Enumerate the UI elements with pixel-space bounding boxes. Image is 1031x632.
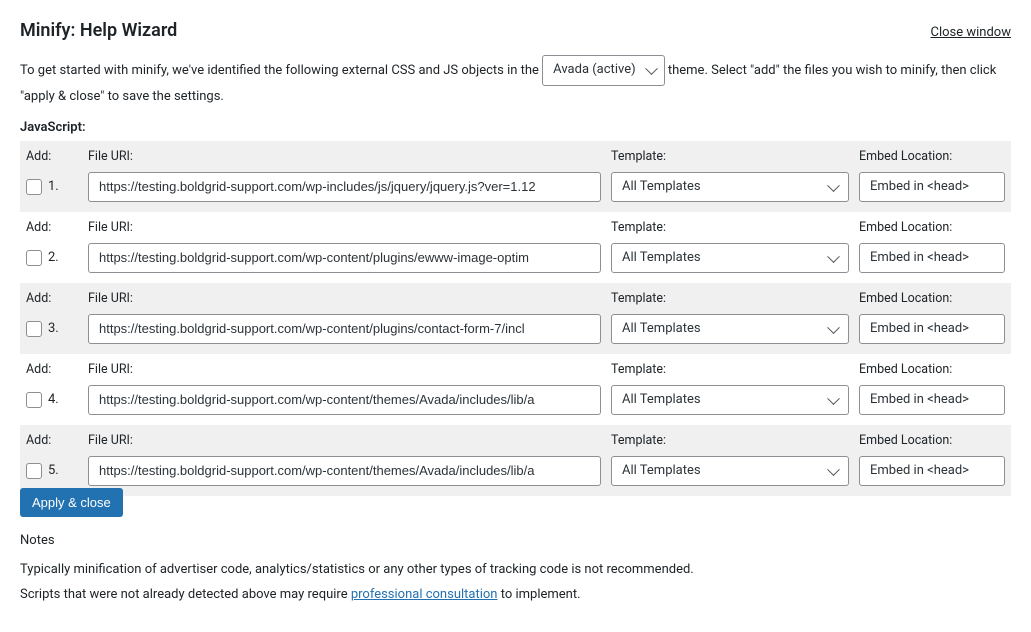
add-checkbox[interactable] — [26, 321, 42, 337]
table-row: Add: 3. File URI: Template: All Template… — [20, 283, 1011, 354]
label-add: Add: — [26, 433, 78, 448]
label-add: Add: — [26, 362, 78, 377]
template-select[interactable]: All Templates — [611, 385, 849, 415]
table-row: Add: 4. File URI: Template: All Template… — [20, 354, 1011, 425]
label-embed: Embed Location: — [859, 149, 1005, 164]
label-add: Add: — [26, 149, 78, 164]
add-checkbox[interactable] — [26, 392, 42, 408]
theme-select[interactable]: Avada (active) — [542, 55, 664, 86]
embed-select[interactable]: Embed in <head> — [859, 456, 1005, 486]
label-embed: Embed Location: — [859, 433, 1005, 448]
row-number: 1. — [48, 179, 59, 194]
note-text: Typically minification of advertiser cod… — [20, 562, 1011, 577]
add-checkbox[interactable] — [26, 179, 42, 195]
row-number: 4. — [48, 392, 59, 407]
file-uri-input[interactable] — [88, 456, 601, 486]
label-file-uri: File URI: — [88, 220, 601, 235]
template-select[interactable]: All Templates — [611, 314, 849, 344]
label-embed: Embed Location: — [859, 291, 1005, 306]
label-template: Template: — [611, 362, 849, 377]
label-add: Add: — [26, 220, 78, 235]
file-uri-input[interactable] — [88, 314, 601, 344]
file-uri-input[interactable] — [88, 172, 601, 202]
embed-select[interactable]: Embed in <head> — [859, 385, 1005, 415]
note-text: Scripts that were not already detected a… — [20, 587, 1011, 602]
file-uri-input[interactable] — [88, 243, 601, 273]
label-file-uri: File URI: — [88, 291, 601, 306]
file-uri-input[interactable] — [88, 385, 601, 415]
section-label-javascript: JavaScript: — [20, 120, 1011, 135]
label-file-uri: File URI: — [88, 433, 601, 448]
label-template: Template: — [611, 433, 849, 448]
table-row: Add: 5. File URI: Template: All Template… — [20, 425, 1011, 496]
table-row: Add: 1. File URI: Template: All Template… — [20, 141, 1011, 212]
label-embed: Embed Location: — [859, 362, 1005, 377]
intro-text: To get started with minify, we've identi… — [20, 55, 1011, 108]
add-checkbox[interactable] — [26, 463, 42, 479]
label-embed: Embed Location: — [859, 220, 1005, 235]
note-text-part: Scripts that were not already detected a… — [20, 587, 351, 602]
file-rows: Add: 1. File URI: Template: All Template… — [20, 141, 1011, 496]
template-select[interactable]: All Templates — [611, 456, 849, 486]
row-number: 3. — [48, 321, 59, 336]
label-add: Add: — [26, 291, 78, 306]
label-template: Template: — [611, 149, 849, 164]
apply-close-button[interactable]: Apply & close — [20, 488, 123, 517]
label-file-uri: File URI: — [88, 362, 601, 377]
embed-select[interactable]: Embed in <head> — [859, 243, 1005, 273]
row-number: 2. — [48, 250, 59, 265]
template-select[interactable]: All Templates — [611, 172, 849, 202]
table-row: Add: 2. File URI: Template: All Template… — [20, 212, 1011, 283]
label-template: Template: — [611, 220, 849, 235]
label-template: Template: — [611, 291, 849, 306]
label-file-uri: File URI: — [88, 149, 601, 164]
close-window-link[interactable]: Close window — [931, 25, 1012, 40]
note-text-part: to implement. — [497, 587, 580, 602]
professional-consultation-link[interactable]: professional consultation — [351, 587, 498, 602]
page-title: Minify: Help Wizard — [20, 20, 177, 41]
row-number: 5. — [48, 463, 59, 478]
template-select[interactable]: All Templates — [611, 243, 849, 273]
add-checkbox[interactable] — [26, 250, 42, 266]
embed-select[interactable]: Embed in <head> — [859, 314, 1005, 344]
intro-text-part1: To get started with minify, we've identi… — [20, 63, 542, 78]
notes-heading: Notes — [20, 533, 1011, 548]
embed-select[interactable]: Embed in <head> — [859, 172, 1005, 202]
